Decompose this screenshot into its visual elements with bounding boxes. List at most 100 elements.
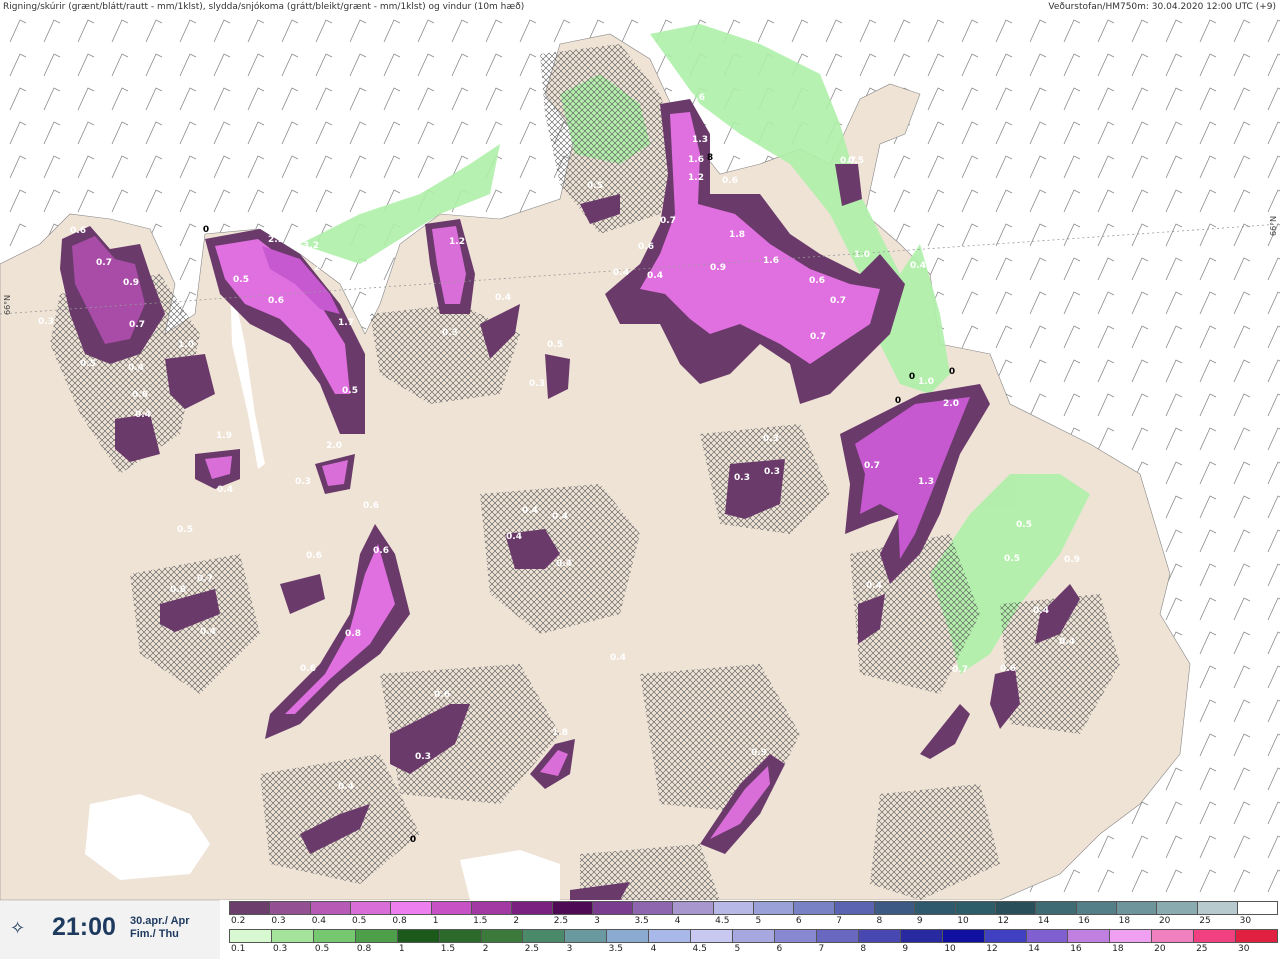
precip-value-label: 0.4	[495, 293, 511, 303]
precip-value-label: 0.4	[506, 532, 522, 542]
precip-value-label: 0.9	[1064, 555, 1080, 565]
rain-legend-label: 5	[734, 944, 741, 954]
precip-value-label: 1.6	[763, 256, 779, 266]
snow-legend-swatch	[511, 901, 552, 915]
snow-legend-swatch	[269, 901, 310, 915]
snow-legend-label: 20	[1158, 916, 1171, 926]
precip-value-label: 0.6	[722, 176, 738, 186]
precip-value-label: 0.4	[522, 506, 538, 516]
rain-legend-swatch	[396, 929, 439, 943]
rain-legend-swatch	[480, 929, 523, 943]
precip-value-label: 1.9	[216, 431, 232, 441]
precip-value-label: 0.7	[810, 332, 826, 342]
rain-legend-swatch	[1025, 929, 1068, 943]
rain-legend-label: 20	[1154, 944, 1166, 954]
precip-value-label: 0.7	[96, 258, 112, 268]
snow-legend-label: 30	[1239, 916, 1252, 926]
snow-legend-swatch	[994, 901, 1036, 915]
rain-legend-label: 8	[860, 944, 867, 954]
rain-legend-swatch	[229, 929, 271, 943]
rain-legend-swatch	[983, 929, 1026, 943]
precip-value-label: 0.6	[306, 551, 322, 561]
snow-legend-swatch	[1035, 901, 1076, 915]
precip-value-label: 2.0	[326, 441, 342, 451]
snow-legend-swatch	[753, 901, 794, 915]
snow-legend-swatch	[349, 901, 391, 915]
precip-value-label: 0.4	[135, 410, 151, 420]
precip-value-label: 0	[949, 367, 955, 377]
rain-legend-label: 9	[902, 944, 909, 954]
precip-value-label: 2.9	[314, 263, 330, 273]
snow-legend-swatch	[430, 901, 471, 915]
rain-legend-label: 0.5	[314, 944, 330, 954]
snow-legend-label: 7	[836, 916, 842, 926]
rain-legend-label: 3	[566, 944, 573, 954]
precip-value-label: 0	[909, 372, 915, 382]
snow-legend-swatch	[1075, 901, 1116, 915]
snow-legend-swatch	[954, 901, 995, 915]
precip-value-label: 0.7	[952, 665, 968, 675]
precip-value-label: 0.6	[300, 664, 316, 674]
precip-value-label: 0.8	[345, 629, 361, 639]
rain-legend-label: 3.5	[608, 944, 623, 954]
precip-value-label: 1.8	[552, 728, 568, 738]
precip-value-label: 0.9	[751, 748, 767, 758]
precip-value-label: 0.5	[587, 181, 603, 191]
precip-value-label: 0.6	[373, 546, 389, 556]
rain-legend-label: 2	[482, 944, 489, 954]
precip-value-label: 1.6	[688, 155, 704, 165]
snow-legend-label: 16	[1078, 916, 1090, 926]
precip-value-label: 0.5	[342, 386, 358, 396]
snow-legend-swatch	[1115, 901, 1157, 915]
snow-legend-label: 0.4	[311, 916, 327, 926]
rain-legend-swatch	[354, 929, 397, 943]
precip-value-label: 0.5	[80, 359, 96, 369]
precip-value-label: 0.3	[145, 812, 161, 822]
snow-legend-label: 0.5	[352, 916, 367, 926]
rain-legend-swatch	[606, 929, 649, 943]
precip-value-label: 0.8	[170, 585, 186, 595]
precip-value-label: 0	[203, 225, 209, 235]
snow-legend-swatch	[672, 901, 713, 915]
precip-value-label: 1.0	[178, 340, 194, 350]
precip-value-label: 0.4	[200, 627, 216, 637]
precip-value-label: 2.0	[943, 399, 959, 409]
precip-value-label: 0.6	[809, 276, 825, 286]
precip-value-label: 0.4	[338, 782, 354, 792]
precip-value-label: 0.6	[434, 690, 450, 700]
rain-legend-label: 7	[818, 944, 825, 954]
rain-legend-swatch	[270, 929, 313, 943]
snow-legend-swatch	[229, 901, 270, 915]
rain-legend-swatch	[941, 929, 984, 943]
rain-legend-swatch	[522, 929, 565, 943]
snow-legend-swatch	[914, 901, 955, 915]
snow-legend-swatch	[1236, 901, 1279, 915]
precip-value-label: 0.3	[529, 379, 545, 389]
time-panel: ✧ 21:00 30.apr./ Apr Fim./ Thu	[0, 900, 220, 959]
rain-legend-label: 0.3	[272, 944, 288, 954]
snow-legend-label: 10	[957, 916, 969, 926]
snow-legend-label: 4.5	[715, 916, 730, 926]
snow-legend-label: 25	[1199, 916, 1211, 926]
precip-value-label: 0.4	[552, 512, 568, 522]
rain-legend-swatch	[732, 929, 774, 943]
map-header: Rigning/skúrir (grænt/blátt/rautt - mm/1…	[0, 0, 1280, 14]
rain-legend-swatch	[1109, 929, 1152, 943]
precip-value-label: 1.3	[918, 477, 934, 487]
loading-spinner-icon[interactable]: ✧	[10, 919, 30, 939]
precip-value-label: 1.2	[688, 173, 704, 183]
rain-legend-label: 1	[398, 944, 405, 954]
precip-value-label: 1.7	[338, 318, 354, 328]
precip-value-label: 0.6	[638, 242, 654, 252]
precip-value-label: 8	[707, 153, 713, 163]
precip-value-label: 0.3	[219, 215, 235, 225]
weather-map[interactable]: 66°N 66°N 0.6 0.7 0.9 0.3 0.7 1.0 0.5 0.4 0.6 0.4…	[0, 14, 1280, 900]
precip-value-label: 0.4	[866, 581, 882, 591]
rain-legend-label: 25	[1196, 944, 1208, 954]
precip-value-label: 0.4	[610, 653, 626, 663]
rain-legend-bar	[229, 929, 1279, 945]
forecast-date-line2: Fim./ Thu	[130, 928, 179, 940]
rain-legend-label: 4.5	[692, 944, 707, 954]
snow-legend-swatch	[309, 901, 350, 915]
snow-legend-label: 1	[432, 916, 439, 926]
